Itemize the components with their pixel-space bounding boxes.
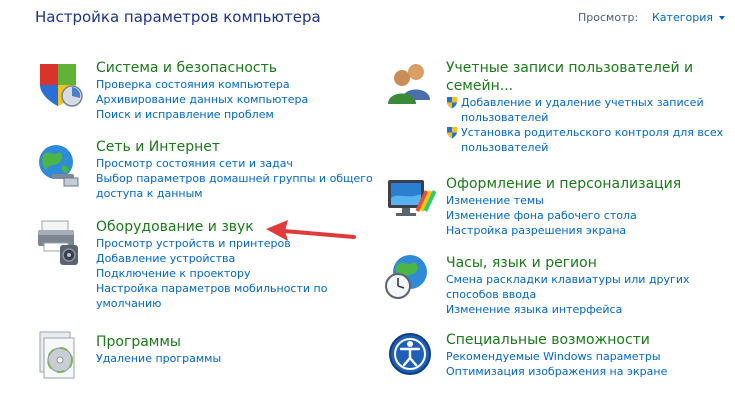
view-by-label: Просмотр: (578, 11, 639, 24)
view-network-status-link[interactable]: Просмотр состояния сети и задач (96, 156, 373, 171)
chevron-down-icon[interactable] (718, 16, 725, 20)
optimize-display-link[interactable]: Оптимизация изображения на экране (446, 364, 667, 379)
add-remove-accounts-link-cont[interactable]: пользователей (446, 110, 723, 125)
uac-shield-icon (447, 127, 457, 139)
user-accounts-title-line1[interactable]: Учетные записи пользователей и (446, 59, 723, 77)
category-system-security: Система и безопасность Проверка состояни… (96, 59, 308, 122)
red-arrow-annotation (266, 220, 356, 241)
appearance-monitor-icon[interactable] (386, 176, 436, 222)
find-fix-problems-link[interactable]: Поиск и исправление проблем (96, 107, 308, 122)
uac-shield-icon (447, 97, 457, 109)
add-device-link[interactable]: Добавление устройства (96, 251, 327, 266)
screen-resolution-link[interactable]: Настройка разрешения экрана (446, 223, 681, 238)
accessibility-icon[interactable] (386, 330, 436, 380)
clock-language-title[interactable]: Часы, язык и регион (446, 254, 690, 272)
system-security-title[interactable]: Система и безопасность (96, 59, 308, 77)
change-background-link[interactable]: Изменение фона рабочего стола (446, 208, 681, 223)
page-title: Настройка параметров компьютера (35, 8, 321, 26)
parental-controls-link-cont[interactable]: пользователей (446, 140, 723, 155)
change-display-language-link[interactable]: Изменение языка интерфейса (446, 302, 690, 317)
uninstall-program-link[interactable]: Удаление программы (96, 351, 221, 366)
programs-disc-icon[interactable] (36, 330, 82, 380)
category-user-accounts: Учетные записи пользователей и семейн...… (446, 59, 723, 155)
mobility-settings-link[interactable]: Настройка параметров мобильности по (96, 281, 327, 296)
user-accounts-title-line2[interactable]: семейн... (446, 77, 723, 95)
change-keyboard-link[interactable]: Смена раскладки клавиатуры или других (446, 272, 690, 287)
category-ease-of-access: Специальные возможности Рекомендуемые Wi… (446, 331, 667, 379)
ease-of-access-title[interactable]: Специальные возможности (446, 331, 667, 349)
programs-title[interactable]: Программы (96, 333, 221, 351)
homegroup-sharing-link[interactable]: Выбор параметров домашней группы и общег… (96, 171, 373, 186)
parental-controls-link[interactable]: Установка родительского контроля для все… (461, 125, 723, 140)
network-globe-icon[interactable] (34, 140, 82, 188)
homegroup-sharing-link-cont[interactable]: доступа к данным (96, 186, 373, 201)
recommended-settings-link[interactable]: Рекомендуемые Windows параметры (446, 349, 667, 364)
security-shield-icon[interactable] (36, 60, 84, 108)
category-network-internet: Сеть и Интернет Просмотр состояния сети … (96, 138, 373, 201)
check-computer-status-link[interactable]: Проверка состояния компьютера (96, 77, 308, 92)
network-internet-title[interactable]: Сеть и Интернет (96, 138, 373, 156)
category-appearance: Оформление и персонализация Изменение те… (446, 175, 681, 238)
mobility-settings-link-cont[interactable]: умолчанию (96, 296, 327, 311)
printer-icon[interactable] (34, 215, 82, 267)
add-remove-accounts-link[interactable]: Добавление и удаление учетных записей (461, 95, 704, 110)
add-remove-accounts-item[interactable]: Добавление и удаление учетных записей (446, 95, 723, 110)
change-theme-link[interactable]: Изменение темы (446, 193, 681, 208)
change-keyboard-link-cont[interactable]: способов ввода (446, 287, 690, 302)
view-by-dropdown[interactable]: Категория (652, 11, 725, 24)
parental-controls-item[interactable]: Установка родительского контроля для все… (446, 125, 723, 140)
connect-projector-link[interactable]: Подключение к проектору (96, 266, 327, 281)
appearance-title[interactable]: Оформление и персонализация (446, 175, 681, 193)
category-programs: Программы Удаление программы (96, 333, 221, 366)
category-clock-language: Часы, язык и регион Смена раскладки клав… (446, 254, 690, 317)
users-icon[interactable] (386, 60, 436, 106)
backup-computer-link[interactable]: Архивирование данных компьютера (96, 92, 308, 107)
view-by-value[interactable]: Категория (652, 11, 713, 24)
clock-globe-icon[interactable] (384, 252, 434, 302)
